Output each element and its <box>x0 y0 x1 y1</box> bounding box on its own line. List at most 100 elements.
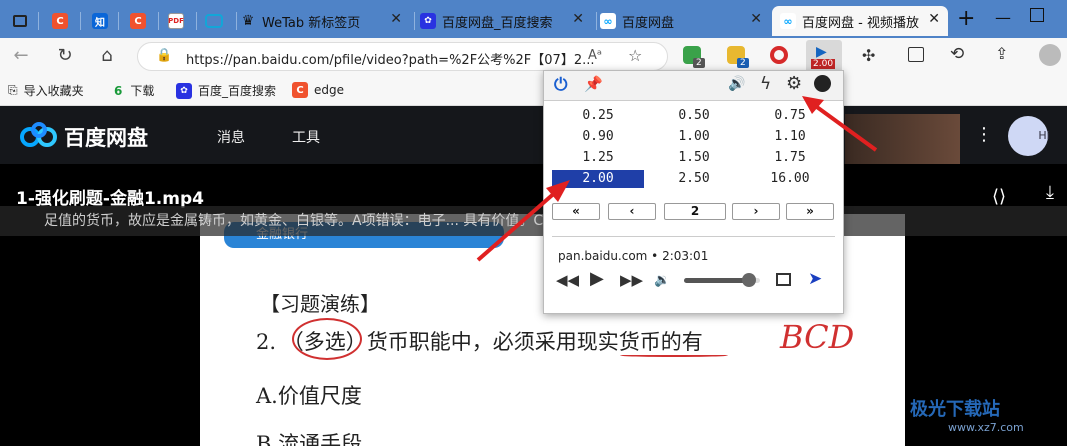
address-bar[interactable]: 🔒 https://pan.baidu.com/pfile/video?path… <box>137 42 668 71</box>
extension-badge: 2 <box>693 58 705 68</box>
tab-pinned-3[interactable]: 知 <box>86 6 114 36</box>
pin-icon[interactable]: 📌 <box>584 75 603 93</box>
favorite-star-icon[interactable]: ☆ <box>628 46 642 65</box>
refresh-button[interactable]: ↻ <box>52 44 78 68</box>
close-icon[interactable]: ✕ <box>928 11 940 27</box>
close-icon[interactable]: ✕ <box>750 11 762 27</box>
extension-target-icon[interactable] <box>770 46 788 64</box>
avatar-greeting: Hi <box>1038 129 1050 142</box>
pan-logo-text: 百度网盘 <box>64 126 148 150</box>
nav-tools[interactable]: 工具 <box>292 127 320 147</box>
speed-up-button[interactable]: › <box>732 203 780 220</box>
tab-label: 百度网盘 <box>622 15 675 31</box>
minimize-button[interactable]: — <box>995 8 1011 27</box>
tab-label: 百度网盘 - 视频播放 <box>802 15 919 31</box>
volume-icon[interactable]: 🔉 <box>654 273 670 288</box>
speed-option-1-50[interactable]: 1.50 <box>648 149 740 167</box>
watermark-text: 极光下载站 <box>910 399 1000 420</box>
baidupan-icon: ∞ <box>600 13 616 29</box>
tab-pinned-5[interactable]: PDF <box>162 6 190 36</box>
bookmark-edge[interactable]: C edge <box>292 82 344 98</box>
url-text: https://pan.baidu.com/pfile/video?path=%… <box>186 53 595 68</box>
share-icon[interactable]: ⇪ <box>995 44 1008 63</box>
maximize-button[interactable] <box>1030 8 1044 22</box>
speed-badge: 2.00 <box>811 59 836 69</box>
extensions-puzzle-icon[interactable]: ✣ <box>862 46 875 65</box>
browser-window: C 知 C PDF ♛ WeTab 新标签页 ✕ ✿ 百度网盘_百度搜索 ✕ ∞… <box>0 0 1067 446</box>
option-a: A.价值尺度 <box>256 384 362 408</box>
extension-badge: 2 <box>737 58 749 68</box>
baidu-paw-icon: ✿ <box>420 13 436 29</box>
forward-icon[interactable]: ▶▶ <box>620 271 643 289</box>
baidupan-logo-icon <box>20 122 58 148</box>
tab-wetab[interactable]: ♛ WeTab 新标签页 ✕ <box>240 6 410 36</box>
tab-label: WeTab 新标签页 <box>262 15 361 31</box>
tab-page-icon <box>13 15 27 27</box>
bookmark-label: 百度_百度搜索 <box>198 84 277 98</box>
bilibili-icon <box>205 14 223 28</box>
tab-pinned-4[interactable]: C <box>124 6 152 36</box>
tab-pinned-2[interactable]: C <box>46 6 74 36</box>
tab-baidupan-video[interactable]: ∞ 百度网盘 - 视频播放 ✕ <box>772 6 948 36</box>
volume-knob[interactable] <box>741 273 756 287</box>
cursor-icon[interactable]: ➤ <box>808 269 822 289</box>
baidupan-icon: ∞ <box>780 13 796 29</box>
tab-strip: C 知 C PDF ♛ WeTab 新标签页 ✕ ✿ 百度网盘_百度搜索 ✕ ∞… <box>0 0 1067 38</box>
tab-baidu-search[interactable]: ✿ 百度网盘_百度搜索 ✕ <box>420 6 592 36</box>
back-button[interactable]: ← <box>8 44 34 68</box>
split-screen-icon[interactable] <box>908 47 924 62</box>
wetab-icon: ♛ <box>241 13 255 29</box>
underline-mark <box>620 354 728 357</box>
lightning-icon[interactable]: ϟ <box>760 74 771 94</box>
bookmark-label: edge <box>314 83 344 97</box>
speed-option-1-25[interactable]: 1.25 <box>552 149 644 167</box>
tab-baidupan[interactable]: ∞ 百度网盘 ✕ <box>600 6 770 36</box>
nav-messages[interactable]: 消息 <box>217 127 245 147</box>
pip-icon[interactable] <box>776 273 791 286</box>
close-icon[interactable]: ✕ <box>390 11 402 27</box>
tab-pinned-1[interactable] <box>6 6 34 36</box>
pan-header: 百度网盘 消息 工具 ⋮ Hi <box>0 106 1067 164</box>
close-icon[interactable]: ✕ <box>572 11 584 27</box>
history-icon[interactable]: ⟲ <box>950 44 964 64</box>
speed-option-0-90[interactable]: 0.90 <box>552 128 644 146</box>
new-tab-button[interactable]: + <box>957 6 975 31</box>
more-vertical-icon[interactable]: ⋮ <box>975 124 993 145</box>
speed-down-button[interactable]: ‹ <box>608 203 656 220</box>
play-icon[interactable]: ▶ <box>590 268 604 289</box>
speed-option-0-50[interactable]: 0.50 <box>648 107 740 125</box>
option-b: B.流通手段 <box>256 432 363 446</box>
tab-pinned-6[interactable] <box>200 6 228 36</box>
share-icon[interactable]: ⟨⟩ <box>992 186 1006 207</box>
user-avatar[interactable]: Hi <box>1008 116 1050 156</box>
home-button[interactable]: ⌂ <box>94 44 120 68</box>
speed-option-0-25[interactable]: 0.25 <box>552 107 644 125</box>
speed-option-1-00[interactable]: 1.00 <box>648 128 740 146</box>
volume-slider[interactable] <box>684 273 760 287</box>
media-tab-info: pan.baidu.com • 2:03:01 <box>558 249 709 263</box>
divider <box>552 236 835 237</box>
audio-icon[interactable]: 🔊 <box>728 76 745 92</box>
bookmark-baidu[interactable]: ✿ 百度_百度搜索 <box>176 82 276 99</box>
speed-step-field[interactable]: 2 <box>664 203 726 220</box>
power-icon[interactable]: ⏻ <box>554 75 567 95</box>
read-aloud-icon[interactable]: Aᵃ <box>588 48 602 63</box>
speed-option-2-50[interactable]: 2.50 <box>648 170 740 188</box>
exercise-heading: 【习题演练】 <box>260 292 380 316</box>
profile-avatar[interactable] <box>1039 44 1061 66</box>
web-page: 百度网盘 消息 工具 ⋮ Hi 1-强化刷题-金融1.mp4 ⟨⟩ ⤓ 金融银行… <box>0 106 1067 446</box>
volume-fill <box>684 278 749 283</box>
speed-option-16-00[interactable]: 16.00 <box>744 170 836 188</box>
lock-icon: 🔒 <box>156 48 173 63</box>
video-speed-extension-button[interactable]: ▶ 2.00 <box>806 40 842 74</box>
speed-max-button[interactable]: » <box>786 203 834 220</box>
rewind-icon[interactable]: ◀◀ <box>556 271 579 289</box>
bookmark-label: 导入收藏夹 <box>23 84 84 98</box>
download-icon[interactable]: ⤓ <box>1046 182 1054 203</box>
bookmark-import[interactable]: ⎘ 导入收藏夹 <box>8 82 84 99</box>
bookmarks-bar: ⎘ 导入收藏夹 6 下载 ✿ 百度_百度搜索 C edge <box>0 74 1067 106</box>
tab-label: 百度网盘_百度搜索 <box>442 15 553 31</box>
c-icon: C <box>130 13 146 29</box>
bookmark-download[interactable]: 6 下载 <box>114 82 154 99</box>
multi-select-circle <box>292 318 362 360</box>
